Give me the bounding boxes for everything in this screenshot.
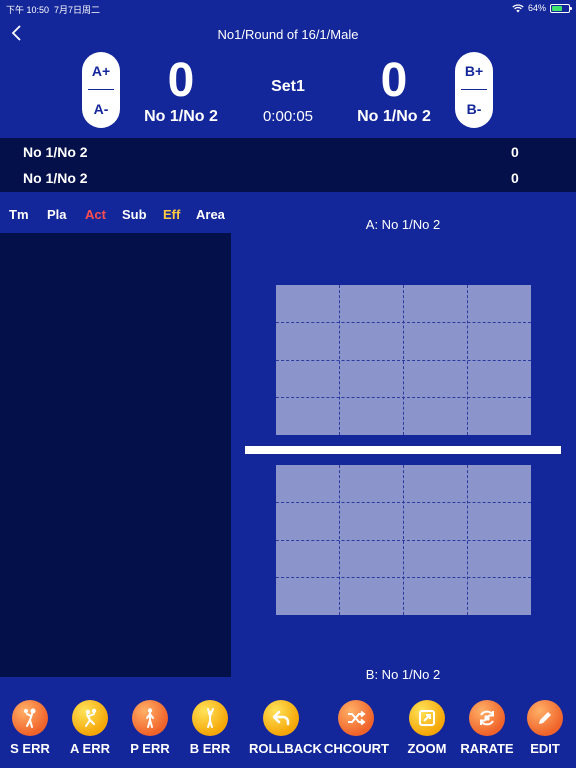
score-row-points: 0: [511, 144, 519, 160]
block-error-button[interactable]: B ERR: [178, 700, 242, 756]
battery-percent: 64%: [527, 3, 546, 13]
block-player-icon: [192, 700, 228, 736]
court-top-label: A: No 1/No 2: [365, 217, 441, 232]
toolbar-label: CHCOURT: [324, 741, 389, 756]
team-b-minus-button[interactable]: B-: [455, 90, 493, 128]
toolbar-label: B ERR: [189, 741, 231, 756]
tab-eff[interactable]: Eff: [163, 207, 180, 222]
pass-player-icon: [132, 700, 168, 736]
wifi-icon: [512, 3, 524, 12]
score-row-name: No 1/No 2: [23, 170, 88, 186]
toolbar-label: ROLLBACK: [249, 741, 322, 756]
pencil-icon: [527, 700, 563, 736]
tab-act[interactable]: Act: [85, 207, 106, 222]
team-a-minus-button[interactable]: A-: [82, 90, 120, 128]
page-title: No1/Round of 16/1/Male: [217, 27, 359, 42]
status-time: 下午 10:50 7月7日周二: [6, 5, 101, 15]
tab-area[interactable]: Area: [196, 207, 225, 222]
score-row-name: No 1/No 2: [23, 144, 88, 160]
score-row: No 1/No 2 0: [0, 139, 576, 165]
team-a-name: No 1/No 2: [144, 108, 218, 125]
team-a-plus-button[interactable]: A+: [82, 52, 120, 90]
serve-player-icon: [12, 700, 48, 736]
change-court-button[interactable]: CHCOURT: [324, 700, 389, 756]
match-timer: 0:00:05: [262, 108, 314, 125]
serve-error-button[interactable]: S ERR: [0, 700, 62, 756]
undo-arrow-icon: [263, 700, 299, 736]
toolbar-label: S ERR: [10, 741, 50, 756]
rotate-icon: [469, 700, 505, 736]
score-row-points: 0: [511, 170, 519, 186]
battery-icon: [550, 3, 572, 13]
toolbar-label: EDIT: [530, 741, 560, 756]
team-b-score: 0: [380, 54, 408, 107]
toolbar-label: ZOOM: [407, 741, 447, 756]
tab-pla[interactable]: Pla: [47, 207, 67, 222]
rollback-button[interactable]: ROLLBACK: [249, 700, 322, 756]
court-net: [245, 446, 561, 454]
team-b-plus-button[interactable]: B+: [455, 52, 493, 90]
court-half-b[interactable]: [276, 465, 531, 615]
status-bar: 下午 10:50 7月7日周二 64%: [0, 0, 576, 16]
event-list-panel[interactable]: [0, 233, 231, 677]
edit-button[interactable]: EDIT: [513, 700, 576, 756]
court-half-a[interactable]: [276, 285, 531, 435]
tab-sub[interactable]: Sub: [122, 207, 147, 222]
zoom-icon: [409, 700, 445, 736]
toolbar-label: A ERR: [70, 741, 110, 756]
score-table: No 1/No 2 0 No 1/No 2 0: [0, 138, 576, 192]
team-b-score-control: B+ B-: [455, 52, 493, 128]
zoom-button[interactable]: ZOOM: [395, 700, 459, 756]
attack-player-icon: [72, 700, 108, 736]
toolbar-label: RARATE: [460, 741, 514, 756]
shuffle-icon: [338, 700, 374, 736]
set-label: Set1: [271, 78, 305, 95]
rotate-button[interactable]: RARATE: [455, 700, 519, 756]
attack-error-button[interactable]: A ERR: [58, 700, 122, 756]
team-a-score: 0: [167, 54, 195, 107]
team-a-score-control: A+ A-: [82, 52, 120, 128]
tab-tm[interactable]: Tm: [9, 207, 29, 222]
team-b-name: No 1/No 2: [357, 108, 431, 125]
court-bottom-label: B: No 1/No 2: [365, 667, 441, 682]
pass-error-button[interactable]: P ERR: [118, 700, 182, 756]
toolbar-label: P ERR: [130, 741, 170, 756]
status-right: 64%: [512, 3, 572, 13]
score-row: No 1/No 2 0: [0, 165, 576, 191]
